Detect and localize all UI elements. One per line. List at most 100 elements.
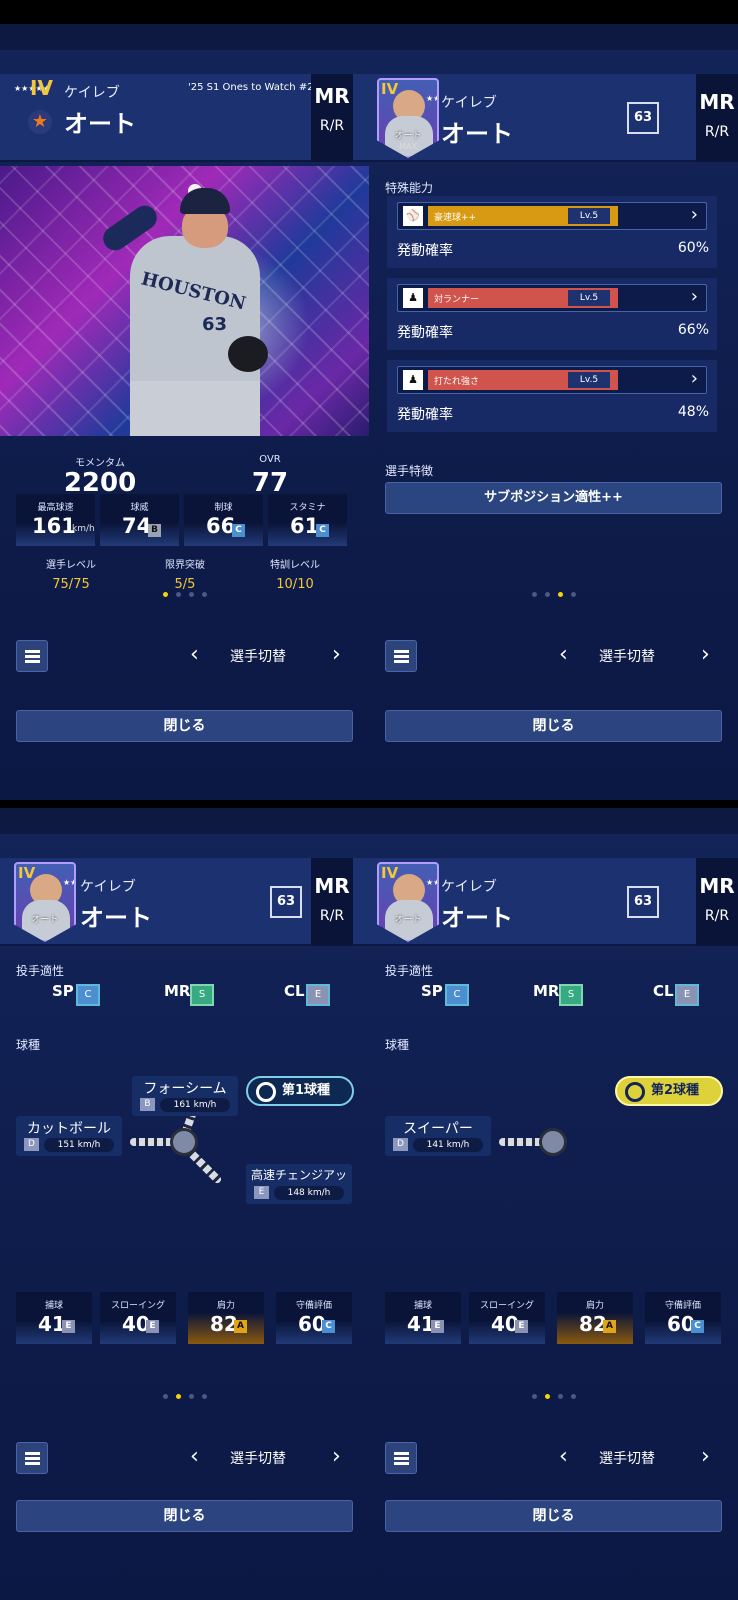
screenshot-top: ★★★★★ IV ★ ケイレブ オート '25 S1 Ones to Watch…: [0, 24, 738, 800]
card-rank: IV: [381, 80, 399, 98]
player-switch-label: 選手切替: [599, 1451, 655, 1467]
prev-player-button[interactable]: ‹: [190, 642, 199, 667]
trait-button[interactable]: サブポジション適性++: [385, 482, 722, 514]
page-dot[interactable]: [188, 1394, 194, 1399]
primary-pitch-toggle[interactable]: 第1球種: [246, 1076, 354, 1106]
page-dot[interactable]: [557, 592, 563, 597]
page-dot[interactable]: [570, 1394, 576, 1399]
rate-label: 発動確率: [397, 407, 453, 423]
player-card-thumbnail: IV ★★★★★ オート MAX: [377, 78, 439, 158]
position: MR: [699, 90, 735, 114]
apt-grade: C: [445, 984, 469, 1006]
apt-pos: MR: [533, 982, 560, 1000]
stat-label: スタミナ: [289, 503, 326, 513]
ability-card[interactable]: ⚾ 豪速球++ Lv.5 › 発動確率 60%: [387, 196, 717, 268]
level-label: 選手レベル: [46, 560, 96, 571]
ability-card[interactable]: ♟ 打たれ強さ Lv.5 › 発動確率 48%: [387, 360, 717, 432]
apt-grade: E: [675, 984, 699, 1006]
page-dot[interactable]: [162, 592, 168, 597]
menu-button[interactable]: [385, 1442, 417, 1474]
close-button[interactable]: 閉じる: [385, 710, 722, 742]
ability-name: 打たれ強さ: [434, 377, 480, 387]
handedness: R/R: [704, 908, 730, 924]
pitch-name: スイーパー: [403, 1121, 473, 1137]
handedness: R/R: [319, 908, 345, 924]
last-name: オート: [441, 120, 513, 148]
pitch-speed: 161 km/h: [160, 1098, 230, 1112]
page-dot[interactable]: [175, 1394, 181, 1399]
player-switch: ‹ 選手切替 ›: [559, 640, 719, 672]
position: MR: [699, 874, 735, 898]
player-level: 選手レベル 75/75: [16, 556, 126, 592]
pitch-selector-knob[interactable]: [170, 1128, 198, 1156]
first-name: ケイレブ: [441, 95, 497, 111]
player-switch-label: 選手切替: [230, 649, 286, 665]
player-switch-label: 選手切替: [599, 649, 655, 665]
next-player-button[interactable]: ›: [332, 642, 341, 667]
pitch-speed: 148 km/h: [274, 1186, 344, 1200]
player-card-art: HOUSTON 63: [0, 166, 369, 436]
menu-icon: [25, 1452, 40, 1455]
def-label: 肩力: [585, 1301, 604, 1311]
ability-level: Lv.5: [568, 372, 610, 388]
badge-label: 第1球種: [282, 1083, 331, 1098]
page-dot[interactable]: [531, 592, 537, 597]
page-dot[interactable]: [544, 1394, 550, 1399]
page-dot[interactable]: [557, 1394, 563, 1399]
stat-label: 制球: [214, 503, 233, 513]
page-dot[interactable]: [531, 1394, 537, 1399]
def-label: 守備評価: [295, 1301, 332, 1311]
secondary-pitch-toggle[interactable]: 第2球種: [615, 1076, 723, 1106]
def-grade: E: [62, 1320, 75, 1333]
next-player-button[interactable]: ›: [701, 1444, 710, 1469]
badge-label: 第2球種: [651, 1083, 700, 1098]
next-player-button[interactable]: ›: [332, 1444, 341, 1469]
close-button[interactable]: 閉じる: [385, 1500, 722, 1532]
menu-button[interactable]: [16, 640, 48, 672]
pane-player-overview: ★★★★★ IV ★ ケイレブ オート '25 S1 Ones to Watch…: [0, 24, 369, 800]
rate-value: 60%: [677, 240, 709, 256]
level-label: 特訓レベル: [270, 560, 320, 571]
close-button[interactable]: 閉じる: [16, 710, 353, 742]
menu-icon: [394, 655, 409, 658]
page-dot[interactable]: [201, 1394, 207, 1399]
menu-button[interactable]: [385, 640, 417, 672]
menu-button[interactable]: [16, 1442, 48, 1474]
prev-player-button[interactable]: ‹: [559, 1444, 568, 1469]
pitch-cutter[interactable]: カットボール D 151 km/h: [16, 1116, 122, 1156]
uniform-number: 63: [627, 102, 659, 134]
page-dot[interactable]: [570, 592, 576, 597]
prev-player-button[interactable]: ‹: [559, 642, 568, 667]
page-dot[interactable]: [162, 1394, 168, 1399]
prev-player-button[interactable]: ‹: [190, 1444, 199, 1469]
aptitude-title: 投手適性: [385, 964, 434, 978]
last-name: オート: [64, 110, 136, 138]
page-dot[interactable]: [544, 592, 550, 597]
limit-break: 限界突破 5/5: [130, 556, 240, 592]
ability-card[interactable]: ♟ 対ランナー Lv.5 › 発動確率 66%: [387, 278, 717, 350]
page-dot[interactable]: [201, 592, 207, 597]
pitch-changeup[interactable]: 高速チェンジアップ E 148 km/h: [246, 1164, 352, 1204]
rate-label: 発動確率: [397, 325, 453, 341]
page-dot[interactable]: [188, 592, 194, 597]
pitch-four-seam[interactable]: フォーシーム B 161 km/h: [132, 1076, 238, 1116]
pitch-sweeper[interactable]: スイーパー D 141 km/h: [385, 1116, 491, 1156]
pitches-title: 球種: [385, 1038, 410, 1052]
player-image: HOUSTON 63: [98, 184, 280, 436]
screenshot-bottom: IV ★★★★★ オート ケイレブ オート 63 MR R/R 投手適性 SP …: [0, 808, 738, 1600]
close-button[interactable]: 閉じる: [16, 1500, 353, 1532]
uniform-number: 63: [627, 886, 659, 918]
first-name: ケイレブ: [441, 879, 497, 895]
page-dot[interactable]: [175, 592, 181, 597]
handedness: R/R: [704, 124, 730, 140]
pitch-speed: 151 km/h: [44, 1138, 114, 1152]
level-label: 限界突破: [165, 560, 205, 571]
next-player-button[interactable]: ›: [701, 642, 710, 667]
def-catching: 捕球 41 E: [16, 1292, 92, 1344]
swap-icon: [625, 1082, 645, 1102]
rate-label: 発動確率: [397, 243, 453, 259]
pitch-selector-knob[interactable]: [539, 1128, 567, 1156]
player-torso: [130, 236, 260, 396]
player-header: IV ★★★★★ オート ケイレブ オート 63 MR R/R: [369, 858, 738, 946]
def-label: スローイング: [479, 1301, 534, 1311]
